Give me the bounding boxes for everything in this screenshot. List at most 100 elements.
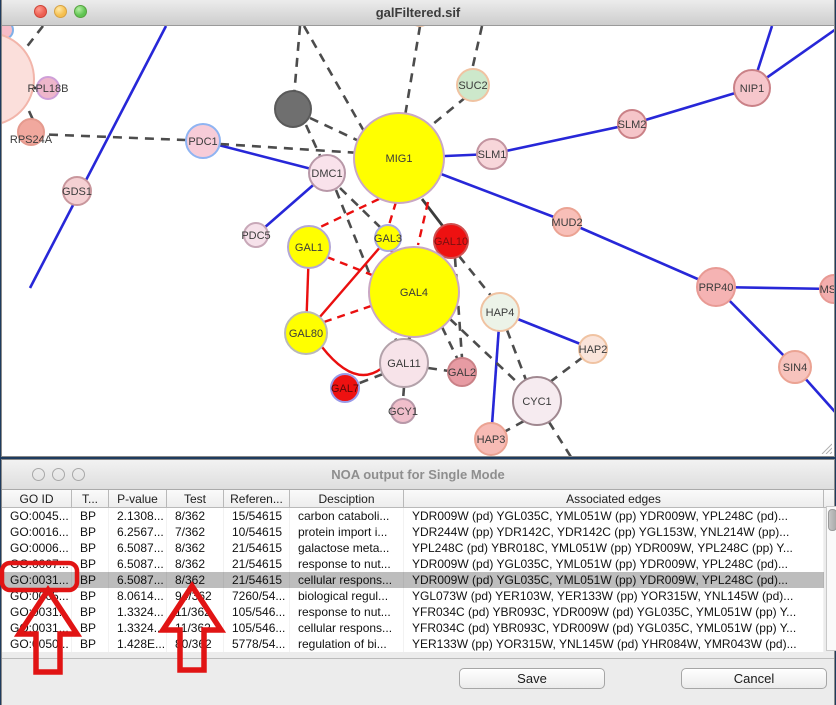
graph-edge-red-dash[interactable] — [418, 202, 428, 245]
table-row[interactable]: GO:0065...BP8.0614...94/3627260/54...bio… — [2, 588, 824, 604]
graph-edge-blue[interactable] — [567, 222, 716, 287]
column-header-4[interactable]: Referen... — [224, 490, 290, 507]
table-cell: YDR244W (pp) YDR142C, YDR142C (pp) YGL15… — [404, 524, 824, 540]
graph-node-label: MIG1 — [386, 153, 413, 165]
graph-node-label: HAP3 — [477, 434, 506, 446]
table-cell: 105/546... — [224, 604, 290, 620]
cancel-button[interactable]: Cancel — [681, 668, 827, 689]
column-header-1[interactable]: T... — [72, 490, 109, 507]
graph-node-label: GAL80 — [289, 328, 323, 340]
table-cell: 21/54615 — [224, 556, 290, 572]
graph-node-label: PDC5 — [241, 230, 270, 242]
table-row[interactable]: GO:0006...BP6.5087...8/36221/54615galact… — [2, 540, 824, 556]
graph-node-label: GAL1 — [295, 242, 323, 254]
column-header-2[interactable]: P-value — [109, 490, 167, 507]
table-cell: 11/362 — [167, 620, 224, 636]
scrollbar-thumb[interactable] — [828, 509, 836, 531]
column-header-5[interactable]: Desciption — [290, 490, 404, 507]
table-cell: GO:0016... — [2, 524, 72, 540]
graph-edge-red-dash[interactable] — [389, 202, 396, 225]
network-canvas[interactable]: RPL18BRPS24AGDS1PDC1SUC2MIG1SLM1DMC1SLM2… — [2, 26, 834, 456]
graph-node-label: SLM1 — [478, 149, 507, 161]
graph-node-label: CYC1 — [522, 396, 551, 408]
graph-node-label: GAL3 — [374, 233, 402, 245]
graph-node-label: HAP4 — [486, 307, 515, 319]
graph-node-label: RPS24A — [10, 134, 53, 146]
table-cell: response to nut... — [290, 556, 404, 572]
graph-node-label: MSL1 — [820, 284, 834, 296]
graph-edge-dash[interactable] — [442, 327, 458, 360]
table-cell: 6.5087... — [109, 556, 167, 572]
column-header-0[interactable]: GO ID — [2, 490, 72, 507]
graph-edge-dash[interactable] — [433, 97, 466, 124]
graph-node-label: GCY1 — [388, 406, 418, 418]
table-row[interactable]: GO:0031...BP6.5087...8/36221/54615cellul… — [2, 572, 824, 588]
table-cell: 21/54615 — [224, 540, 290, 556]
network-window: galFiltered.sif RPL18BRPS24AGDS1PDC1SUC2… — [2, 0, 834, 456]
graph-edge-blue[interactable] — [30, 26, 166, 288]
save-button[interactable]: Save — [459, 668, 605, 689]
table-row[interactable]: GO:0031...BP1.3324...11/362105/546...res… — [2, 604, 824, 620]
table-row[interactable]: GO:0016...BP6.2567...7/36210/54615protei… — [2, 524, 824, 540]
table-row[interactable]: GO:0031...BP1.3324...11/362105/546...cel… — [2, 620, 824, 636]
table-cell: BP — [72, 540, 109, 556]
graph-node-label: NIP1 — [740, 83, 764, 95]
graph-node-label: GAL4 — [400, 287, 428, 299]
table-cell: 11/362 — [167, 604, 224, 620]
table-cell: 105/546... — [224, 620, 290, 636]
graph-edge-dash[interactable] — [310, 118, 359, 141]
noa-window-title: NOA output for Single Mode — [2, 460, 834, 489]
graph-edge-dash[interactable] — [405, 26, 420, 116]
table-cell: 10/54615 — [224, 524, 290, 540]
graph-edge-dash[interactable] — [22, 26, 43, 53]
table-cell: protein import i... — [290, 524, 404, 540]
table-cell: YPL248C (pd) YBR018C, YML051W (pp) YDR00… — [404, 540, 824, 556]
table-row[interactable]: GO:0050...BP1.428E...80/3625778/54...reg… — [2, 636, 824, 652]
graph-edge-red-dash[interactable] — [314, 199, 379, 230]
graph-edge-blue[interactable] — [203, 141, 327, 173]
graph-edge-red-dash[interactable] — [324, 306, 371, 322]
table-cell: 1.428E... — [109, 636, 167, 652]
graph-edge-dash[interactable] — [507, 330, 526, 380]
vertical-scrollbar[interactable] — [826, 506, 836, 651]
graph-node-gray[interactable] — [275, 91, 311, 127]
graph-node-label: GAL2 — [448, 367, 476, 379]
network-window-titlebar[interactable]: galFiltered.sif — [2, 0, 834, 26]
table-row[interactable]: GO:0045...BP2.1308...8/36215/54615carbon… — [2, 508, 824, 524]
results-table: GO:0045...BP2.1308...8/36215/54615carbon… — [2, 508, 824, 652]
graph-edge-dash[interactable] — [306, 125, 321, 158]
network-graph: RPL18BRPS24AGDS1PDC1SUC2MIG1SLM1DMC1SLM2… — [2, 26, 834, 456]
graph-edge-dash[interactable] — [549, 422, 571, 456]
graph-edge-blue[interactable] — [492, 124, 632, 154]
column-header-6[interactable]: Associated edges — [404, 490, 824, 507]
graph-node-label: PRP40 — [699, 282, 734, 294]
table-cell: GO:0045... — [2, 508, 72, 524]
graph-edge-dash[interactable] — [428, 368, 449, 371]
resize-grip-icon[interactable] — [819, 441, 832, 454]
graph-edge-dash[interactable] — [504, 421, 524, 432]
table-cell: 8/362 — [167, 508, 224, 524]
table-cell: response to nut... — [290, 604, 404, 620]
table-cell: GO:0006... — [2, 540, 72, 556]
table-cell: 8.0614... — [109, 588, 167, 604]
table-cell: 80/362 — [167, 636, 224, 652]
graph-edge-dash[interactable] — [550, 357, 583, 382]
column-header-3[interactable]: Test — [167, 490, 224, 507]
table-cell: 6.5087... — [109, 572, 167, 588]
table-cell: 94/362 — [167, 588, 224, 604]
table-cell: 21/54615 — [224, 572, 290, 588]
graph-edge-dash[interactable] — [472, 26, 482, 70]
table-cell: cellular respons... — [290, 572, 404, 588]
graph-edge-dark[interactable] — [422, 199, 445, 229]
noa-window-titlebar[interactable]: NOA output for Single Mode — [2, 460, 834, 490]
table-cell: YFR034C (pd) YBR093C, YDR009W (pd) YGL03… — [404, 620, 824, 636]
graph-edge-dash[interactable] — [459, 256, 492, 297]
table-row[interactable]: GO:0007...BP6.5087...8/36221/54615respon… — [2, 556, 824, 572]
graph-edge-red[interactable] — [322, 347, 382, 375]
table-cell: GO:0031... — [2, 572, 72, 588]
graph-edge-dash[interactable] — [304, 26, 365, 133]
table-cell: 6.5087... — [109, 540, 167, 556]
table-cell: GO:0031... — [2, 604, 72, 620]
table-cell: regulation of bi... — [290, 636, 404, 652]
graph-node-label: GAL10 — [434, 236, 468, 248]
